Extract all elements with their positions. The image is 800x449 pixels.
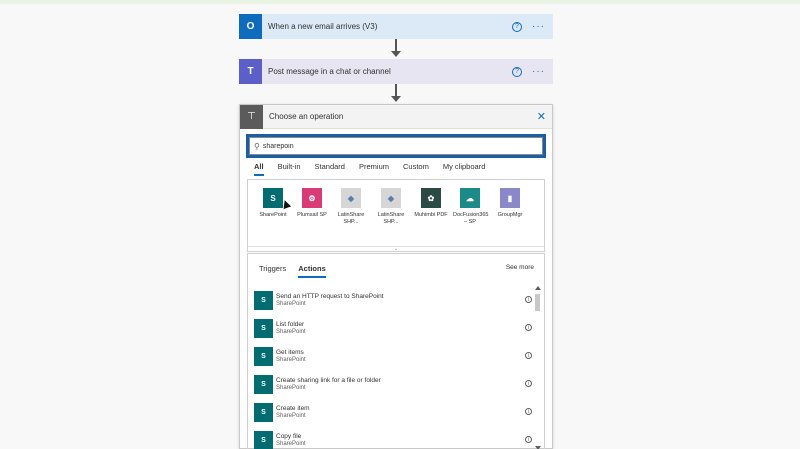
sharepoint-icon: S bbox=[254, 374, 273, 394]
action-connector: SharePoint bbox=[276, 441, 306, 447]
tab-built-in[interactable]: Built-in bbox=[278, 162, 301, 176]
step-card-teams-post[interactable]: T Post message in a chat or channel ? ··… bbox=[239, 59, 553, 84]
action-name: Create item bbox=[276, 405, 310, 412]
action-connector: SharePoint bbox=[276, 385, 306, 391]
list-item[interactable]: S Create sharing link for a file or fold… bbox=[254, 370, 534, 398]
list-item[interactable]: S Send an HTTP request to SharePoint Sha… bbox=[254, 286, 534, 314]
info-icon[interactable]: i bbox=[525, 296, 532, 303]
tab-premium[interactable]: Premium bbox=[359, 162, 389, 176]
teams-icon: T bbox=[239, 59, 262, 84]
sharepoint-icon: S bbox=[254, 346, 273, 366]
muhimbi-icon: ✿ bbox=[421, 188, 441, 208]
panel-header: ⊤ Choose an operation ✕ bbox=[240, 104, 552, 129]
search-field[interactable]: ⚲ bbox=[249, 137, 543, 155]
connector-label: SharePoint bbox=[259, 212, 287, 218]
step-title: Post message in a chat or channel bbox=[268, 67, 391, 76]
filter-tabs: All Built-in Standard Premium Custom My … bbox=[254, 162, 499, 176]
info-icon[interactable]: i bbox=[525, 324, 532, 331]
list-item[interactable]: S List folder SharePoint i bbox=[254, 314, 534, 342]
tab-my-clipboard[interactable]: My clipboard bbox=[443, 162, 486, 176]
sharepoint-icon: S bbox=[254, 430, 273, 449]
list-item[interactable]: S Create item SharePoint i bbox=[254, 398, 534, 426]
tab-standard[interactable]: Standard bbox=[315, 162, 345, 176]
results-box: Triggers Actions See more S Send an HTTP… bbox=[247, 253, 545, 449]
choose-operation-panel: ⊤ Choose an operation ✕ ⚲ All Built-in S… bbox=[239, 104, 553, 449]
sharepoint-icon: S bbox=[254, 290, 273, 310]
tab-triggers[interactable]: Triggers bbox=[259, 264, 286, 278]
scrollbar-thumb[interactable] bbox=[535, 294, 540, 311]
search-box: ⚲ bbox=[246, 134, 546, 158]
sharepoint-icon: S bbox=[263, 188, 283, 208]
connector-latinshare-2[interactable]: ◆ LatinShare SHP... bbox=[374, 188, 408, 226]
connector-label: Muhimbi PDF bbox=[414, 212, 448, 218]
connector-docfusion365[interactable]: ☁ DocFusion365 – SP bbox=[453, 188, 489, 226]
scroll-up-arrow-icon[interactable] bbox=[535, 286, 541, 290]
action-connector: SharePoint bbox=[276, 329, 306, 335]
sharepoint-icon: S bbox=[254, 402, 273, 422]
info-icon[interactable]: i bbox=[525, 380, 532, 387]
see-more-link[interactable]: See more bbox=[506, 264, 534, 271]
action-name: List folder bbox=[276, 321, 305, 328]
top-strip bbox=[0, 0, 800, 4]
arrow-down-icon bbox=[391, 96, 401, 102]
action-name: Create sharing link for a file or folder bbox=[276, 377, 381, 384]
help-icon[interactable]: ? bbox=[512, 66, 522, 77]
expand-connectors-chevron[interactable]: ⌄ bbox=[247, 246, 545, 252]
tab-custom[interactable]: Custom bbox=[403, 162, 429, 176]
tab-all[interactable]: All bbox=[254, 162, 264, 176]
action-name: Copy file bbox=[276, 433, 302, 440]
groupmgr-icon: ▮ bbox=[500, 188, 520, 208]
flow-connector bbox=[395, 39, 397, 51]
connector-label: Plumsail SP bbox=[297, 212, 327, 218]
connector-label: DocFusion365 – SP bbox=[453, 212, 489, 225]
tab-actions[interactable]: Actions bbox=[298, 264, 326, 278]
operation-icon: ⊤ bbox=[240, 104, 263, 129]
step-card-email-trigger[interactable]: O When a new email arrives (V3) ? ··· bbox=[239, 14, 553, 39]
list-item[interactable]: S Copy file SharePoint i bbox=[254, 426, 534, 449]
connector-label: LatinShare SHP... bbox=[337, 212, 365, 225]
list-item[interactable]: S Get items SharePoint i bbox=[254, 342, 534, 370]
search-input[interactable] bbox=[262, 142, 523, 150]
connectors-grid: S SharePoint ⚙ Plumsail SP ◆ LatinShare … bbox=[247, 179, 545, 246]
connector-label: GroupMgr bbox=[497, 212, 523, 218]
help-icon[interactable]: ? bbox=[512, 21, 522, 32]
close-icon[interactable]: ✕ bbox=[537, 110, 546, 123]
flow-connector bbox=[395, 84, 397, 96]
more-options-icon[interactable]: ··· bbox=[532, 21, 545, 32]
sharepoint-icon: S bbox=[254, 318, 273, 338]
search-icon: ⚲ bbox=[254, 141, 260, 151]
plumsail-icon: ⚙ bbox=[302, 188, 322, 208]
results-tabs: Triggers Actions bbox=[259, 264, 338, 278]
latinshare-icon: ◆ bbox=[381, 188, 401, 208]
action-connector: SharePoint bbox=[276, 413, 306, 419]
info-icon[interactable]: i bbox=[525, 352, 532, 359]
action-connector: SharePoint bbox=[276, 301, 306, 307]
arrow-down-icon bbox=[391, 51, 401, 57]
panel-title: Choose an operation bbox=[269, 112, 344, 121]
connector-groupmgr[interactable]: ▮ GroupMgr bbox=[493, 188, 527, 219]
docfusion-icon: ☁ bbox=[460, 188, 480, 208]
outlook-icon: O bbox=[239, 14, 262, 39]
info-icon[interactable]: i bbox=[525, 408, 532, 415]
action-name: Send an HTTP request to SharePoint bbox=[276, 293, 384, 300]
connector-label: LatinShare SHP... bbox=[377, 212, 405, 225]
connector-plumsail-sp[interactable]: ⚙ Plumsail SP bbox=[295, 188, 329, 219]
info-icon[interactable]: i bbox=[525, 436, 532, 443]
connector-muhimbi-pdf[interactable]: ✿ Muhimbi PDF bbox=[414, 188, 448, 219]
more-options-icon[interactable]: ··· bbox=[532, 66, 545, 77]
action-list: S Send an HTTP request to SharePoint Sha… bbox=[254, 286, 534, 449]
action-connector: SharePoint bbox=[276, 357, 306, 363]
latinshare-icon: ◆ bbox=[341, 188, 361, 208]
connector-latinshare-1[interactable]: ◆ LatinShare SHP... bbox=[334, 188, 368, 226]
step-title: When a new email arrives (V3) bbox=[268, 22, 378, 31]
action-name: Get items bbox=[276, 349, 304, 356]
